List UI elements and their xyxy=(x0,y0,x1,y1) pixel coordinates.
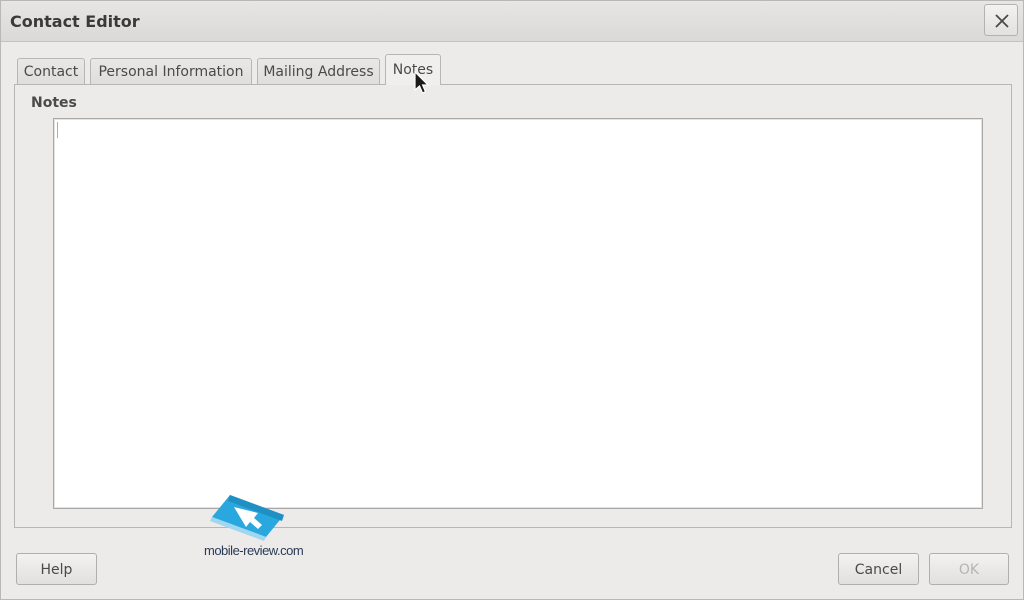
mouse-pointer-icon xyxy=(414,71,430,94)
window-title: Contact Editor xyxy=(10,12,140,31)
close-icon xyxy=(995,14,1009,28)
notes-panel: Notes xyxy=(14,84,1012,528)
watermark-text: mobile-review.com xyxy=(204,543,304,558)
title-bar[interactable]: Contact Editor xyxy=(1,1,1023,42)
cancel-button[interactable]: Cancel xyxy=(838,553,919,585)
tab-contact[interactable]: Contact xyxy=(17,58,85,84)
help-button[interactable]: Help xyxy=(16,553,97,585)
tab-personal-information[interactable]: Personal Information xyxy=(90,58,252,84)
contact-editor-window: Contact Editor Contact Personal Informat… xyxy=(0,0,1024,600)
watermark-logo: mobile-review.com xyxy=(204,491,314,561)
tab-mailing-address[interactable]: Mailing Address xyxy=(257,58,380,84)
ok-button[interactable]: OK xyxy=(929,553,1009,585)
close-button[interactable] xyxy=(984,4,1018,36)
notes-textarea[interactable] xyxy=(53,118,983,509)
notes-section-label: Notes xyxy=(31,95,77,111)
tab-notes[interactable]: Notes xyxy=(385,54,441,85)
text-caret xyxy=(57,122,58,138)
mobile-review-logo-icon xyxy=(210,495,284,541)
